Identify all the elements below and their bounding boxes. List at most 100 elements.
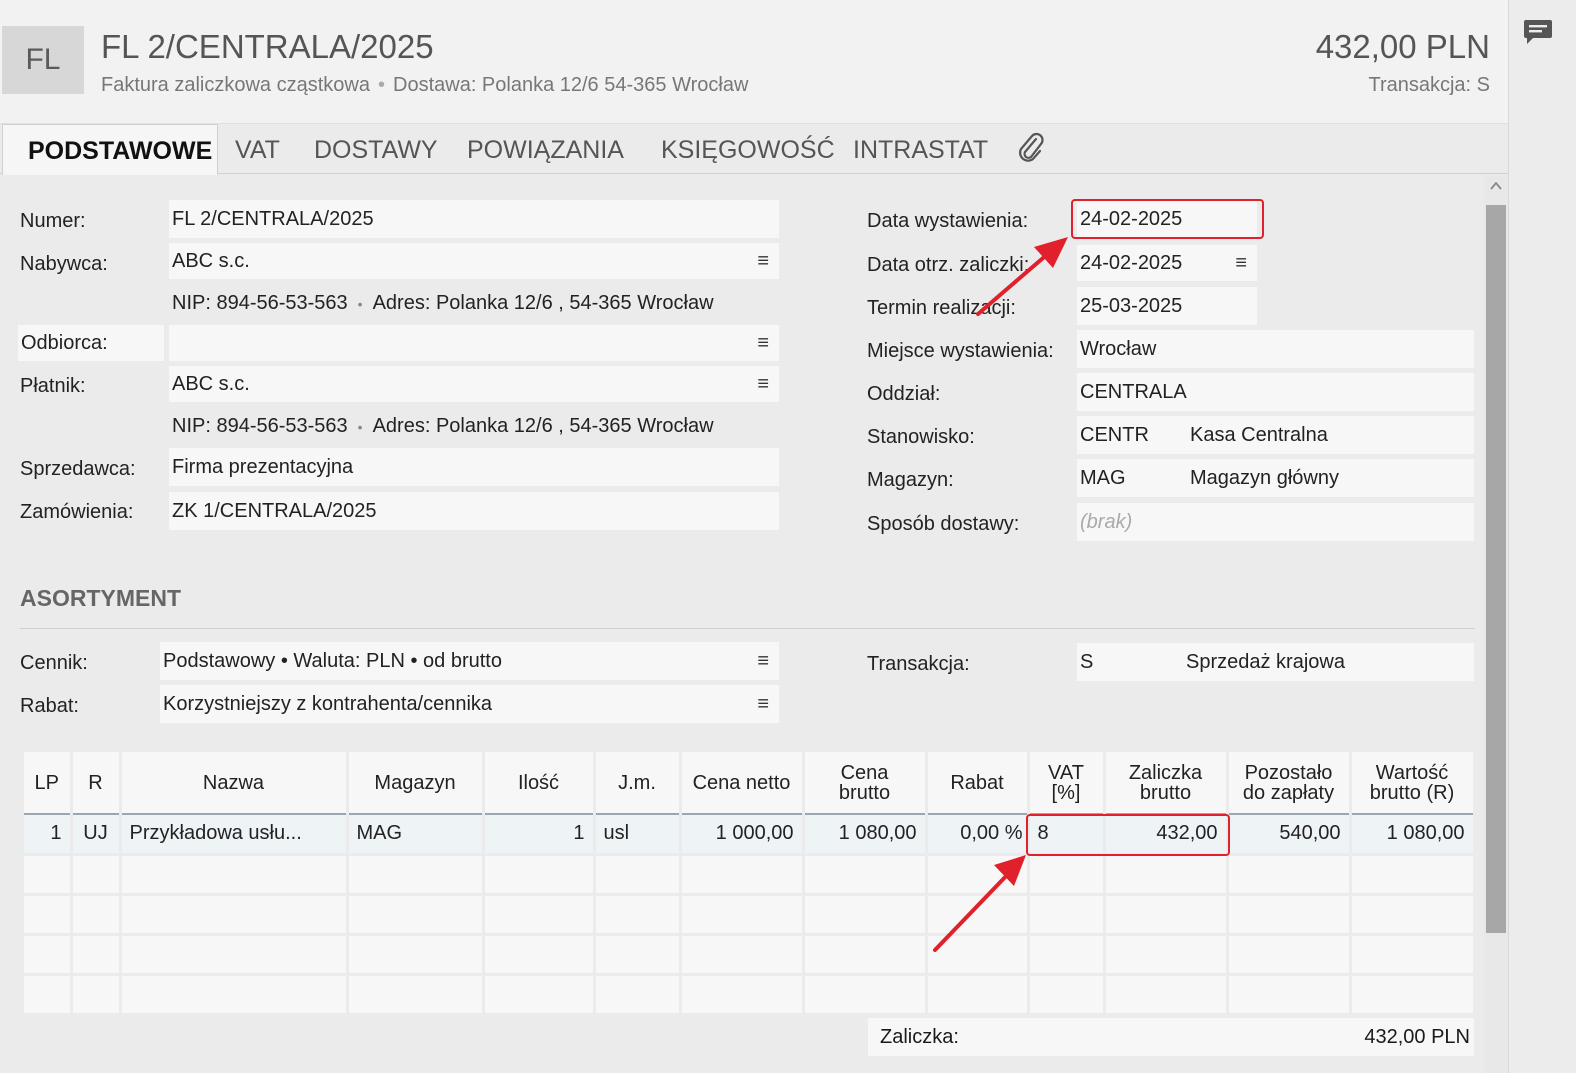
data-otrz-zaliczki-label: Data otrz. zaliczki: <box>867 254 1030 276</box>
sposob-dostawy-label: Sposób dostawy: <box>867 513 1020 535</box>
cell-rabat: 0,00 % <box>926 813 1030 856</box>
tab-powiazania[interactable]: POWIĄZANIA <box>467 124 624 174</box>
app-window: FL FL 2/CENTRALA/2025 Faktura zaliczkowa… <box>0 0 1576 1073</box>
sposob-dostawy-value: (brak) <box>1080 510 1133 533</box>
numer-field[interactable]: FL 2/CENTRALA/2025 <box>169 200 779 238</box>
nabywca-details: NIP: 894-56-53-563 • Adres: Polanka 12/6 ,… <box>172 292 714 315</box>
table-row[interactable]: 1 UJ Przykładowa usłu... MAG 1 usl 1 000… <box>24 813 1476 856</box>
col-header-lp[interactable]: LP <box>24 752 73 814</box>
col-header-nazwa[interactable]: Nazwa <box>120 752 349 814</box>
transakcja-field[interactable]: S Sprzedaż krajowa <box>1077 643 1474 681</box>
col-header-cena-brutto[interactable]: Cena brutto <box>803 752 928 814</box>
nabywca-field[interactable]: ABC s.c. ≡ <box>169 243 779 279</box>
oddzial-field[interactable]: CENTRALA <box>1077 373 1474 411</box>
stanowisko-label: Stanowisko: <box>867 426 975 448</box>
document-kind: Faktura zaliczkowa cząstkowa <box>101 74 370 96</box>
cell-ilosc: 1 <box>483 813 596 856</box>
rabat-field[interactable]: Korzystniejszy z kontrahenta/cennika ≡ <box>160 685 779 723</box>
odbiorca-field[interactable]: ≡ <box>169 325 779 361</box>
magazyn-label: Magazyn: <box>867 469 954 491</box>
data-otrz-zaliczki-field[interactable]: 24-02-2025 ≡ <box>1077 245 1257 281</box>
platnik-label: Płatnik: <box>20 375 86 397</box>
miejsce-wystawienia-field[interactable]: Wrocław <box>1077 330 1474 368</box>
items-table: LP R Nazwa Magazyn Ilość J.m. Cena netto… <box>24 752 1476 1016</box>
sprzedawca-label: Sprzedawca: <box>20 458 136 480</box>
col-header-ilosc[interactable]: Ilość <box>483 752 596 814</box>
data-wystawienia-label: Data wystawienia: <box>867 210 1029 232</box>
advance-total-value: 432,00 PLN <box>1364 1025 1470 1048</box>
transakcja-label: Transakcja: <box>867 653 970 675</box>
cell-pozostalo: 540,00 <box>1227 813 1352 856</box>
platnik-field[interactable]: ABC s.c. ≡ <box>169 366 779 402</box>
advance-total-label: Zaliczka: <box>880 1025 959 1048</box>
paperclip-icon[interactable] <box>1016 132 1046 164</box>
form-content: Numer: FL 2/CENTRALA/2025 Nabywca: ABC s… <box>0 175 1484 1073</box>
cell-cena-brutto: 1 080,00 <box>803 813 928 856</box>
scroll-up-icon[interactable] <box>1489 179 1503 193</box>
cell-magazyn: MAG <box>347 813 485 856</box>
cell-r: UJ <box>71 813 122 856</box>
platnik-nip: NIP: 894-56-53-563 <box>172 415 348 437</box>
cennik-field[interactable]: Podstawowy • Waluta: PLN • od brutto ≡ <box>160 642 779 680</box>
col-header-vat[interactable]: VAT [%] <box>1028 752 1106 814</box>
tab-ksiegowosc[interactable]: KSIĘGOWOŚĆ <box>661 124 835 174</box>
transakcja-name: Sprzedaż krajowa <box>1186 650 1345 673</box>
scrollbar-thumb[interactable] <box>1486 205 1506 933</box>
transakcja-code: S <box>1080 650 1094 673</box>
col-header-pozostalo[interactable]: Pozostało do zapłaty <box>1227 752 1352 814</box>
right-rail <box>1508 0 1576 1073</box>
data-otrz-menu-icon[interactable]: ≡ <box>1235 252 1247 275</box>
sposob-dostawy-field[interactable]: (brak) <box>1077 503 1474 541</box>
oddzial-label: Oddział: <box>867 383 941 405</box>
table-row-empty[interactable] <box>24 894 1476 936</box>
cell-wartosc-brutto: 1 080,00 <box>1350 813 1476 856</box>
col-header-r[interactable]: R <box>71 752 122 814</box>
tab-podstawowe[interactable]: PODSTAWOWE <box>2 124 218 175</box>
sprzedawca-field[interactable]: Firma prezentacyjna <box>169 448 779 486</box>
vertical-scrollbar[interactable] <box>1484 175 1508 1073</box>
col-header-zaliczka-brutto[interactable]: Zaliczka brutto <box>1104 752 1229 814</box>
zamowienia-field[interactable]: ZK 1/CENTRALA/2025 <box>169 492 779 530</box>
tab-bar: PODSTAWOWE VAT DOSTAWY POWIĄZANIA KSIĘGO… <box>0 124 1508 175</box>
col-header-wartosc-brutto[interactable]: Wartość brutto (R) <box>1350 752 1476 814</box>
tab-vat[interactable]: VAT <box>235 124 280 174</box>
magazyn-name: Magazyn główny <box>1190 466 1339 489</box>
platnik-details: NIP: 894-56-53-563 • Adres: Polanka 12/6 ,… <box>172 415 714 438</box>
col-header-magazyn[interactable]: Magazyn <box>347 752 485 814</box>
separator-dot: • <box>357 296 363 312</box>
table-row-empty[interactable] <box>24 854 1476 896</box>
col-header-jm[interactable]: J.m. <box>594 752 682 814</box>
document-subtitle: Faktura zaliczkowa cząstkowa • Dostawa: Po… <box>101 74 748 97</box>
document-transaction: Transakcja: S <box>1368 74 1490 96</box>
stanowisko-field[interactable]: CENTR Kasa Centralna <box>1077 416 1474 454</box>
table-header-row: LP R Nazwa Magazyn Ilość J.m. Cena netto… <box>24 752 1476 814</box>
magazyn-field[interactable]: MAG Magazyn główny <box>1077 459 1474 497</box>
data-otrz-zaliczki-value: 24-02-2025 <box>1080 251 1183 274</box>
cell-cena-netto: 1 000,00 <box>680 813 805 856</box>
col-header-cena-netto[interactable]: Cena netto <box>680 752 805 814</box>
chat-icon[interactable] <box>1523 18 1553 46</box>
highlight-box-vat-advance <box>1026 814 1230 856</box>
table-row-empty[interactable] <box>24 974 1476 1016</box>
cennik-menu-icon[interactable]: ≡ <box>757 650 769 673</box>
highlight-box-date <box>1071 199 1264 239</box>
tab-intrastat[interactable]: INTRASTAT <box>853 124 988 174</box>
numer-label: Numer: <box>20 210 86 232</box>
odbiorca-menu-icon[interactable]: ≡ <box>757 332 769 355</box>
stanowisko-name: Kasa Centralna <box>1190 423 1328 446</box>
col-header-rabat[interactable]: Rabat <box>926 752 1030 814</box>
platnik-value: ABC s.c. <box>172 372 250 395</box>
rabat-menu-icon[interactable]: ≡ <box>757 693 769 716</box>
termin-realizacji-field[interactable]: 25-03-2025 <box>1077 287 1257 325</box>
document-title: FL 2/CENTRALA/2025 <box>101 28 434 65</box>
section-title-asortyment: ASORTYMENT <box>20 585 181 611</box>
delivery-address: Dostawa: Polanka 12/6 54-365 Wrocław <box>393 74 749 96</box>
nabywca-menu-icon[interactable]: ≡ <box>757 250 769 273</box>
table-row-empty[interactable] <box>24 934 1476 976</box>
termin-realizacji-label: Termin realizacji: <box>867 297 1016 319</box>
document-type-badge: FL <box>2 26 84 94</box>
tab-dostawy[interactable]: DOSTAWY <box>314 124 438 174</box>
zamowienia-label: Zamówienia: <box>20 501 134 523</box>
cell-nazwa: Przykładowa usłu... <box>120 813 349 856</box>
platnik-menu-icon[interactable]: ≡ <box>757 373 769 396</box>
